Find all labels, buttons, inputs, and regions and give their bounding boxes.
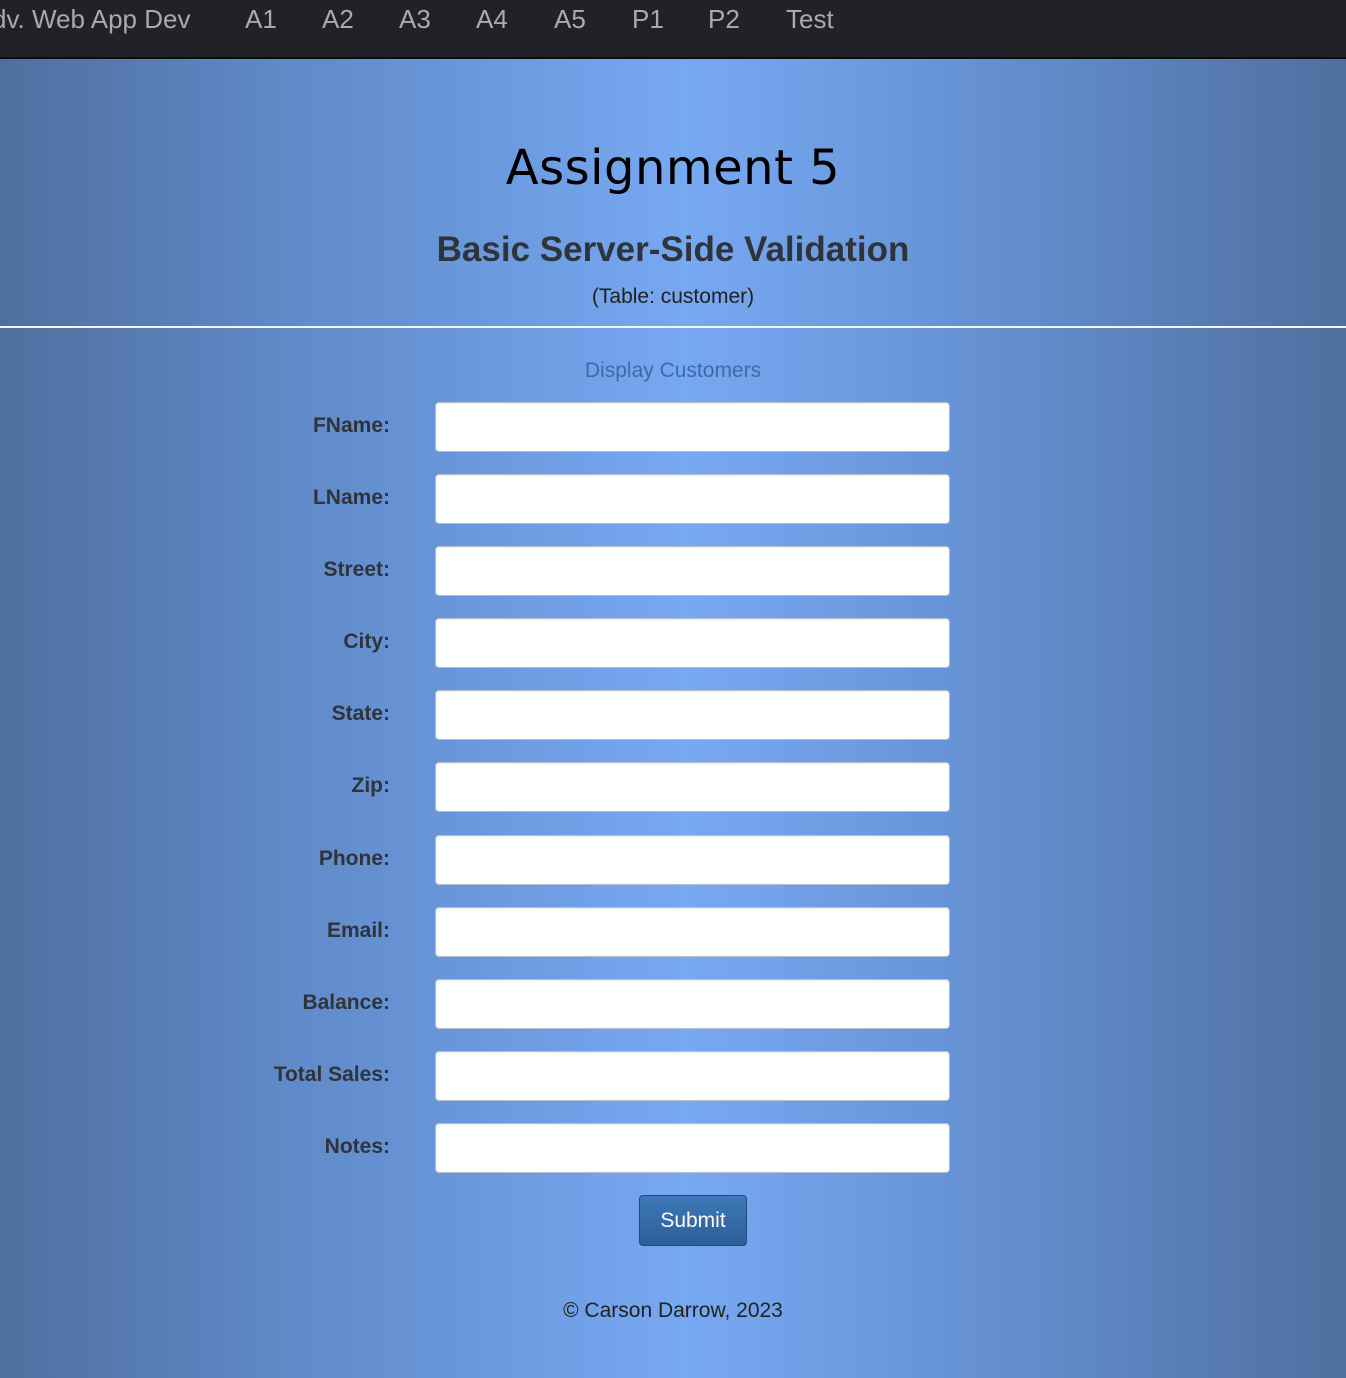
nav-link-a1[interactable]: A1: [245, 4, 277, 35]
nav-link-a2[interactable]: A2: [322, 4, 354, 35]
lname-input[interactable]: [435, 474, 950, 524]
divider: [0, 326, 1346, 328]
footer-copyright: © Carson Darrow, 2023: [563, 1299, 783, 1322]
fname-label: FName:: [312, 414, 390, 437]
form-row-zip: Zip:: [0, 762, 1346, 812]
form-row-state: State:: [0, 690, 1346, 740]
form-row-lname: LName:: [0, 474, 1346, 524]
phone-label: Phone:: [318, 847, 390, 870]
city-label: City:: [343, 630, 390, 653]
form-row-balance: Balance:: [0, 979, 1346, 1029]
form-row-notes: Notes:: [0, 1123, 1346, 1173]
display-customers-link[interactable]: Display Customers: [0, 359, 1346, 383]
form-row-email: Email:: [0, 907, 1346, 957]
notes-label: Notes:: [324, 1135, 390, 1158]
phone-input[interactable]: [435, 835, 950, 885]
fname-input[interactable]: [435, 402, 950, 452]
page-title: Assignment 5: [505, 140, 841, 196]
form-row-total-sales: Total Sales:: [0, 1051, 1346, 1101]
nav-brand[interactable]: dv. Web App Dev: [0, 4, 190, 35]
submit-button[interactable]: Submit: [639, 1195, 747, 1246]
email-label: Email:: [326, 919, 390, 942]
total-sales-label: Total Sales:: [273, 1063, 390, 1086]
nav-link-a5[interactable]: A5: [554, 4, 586, 35]
balance-label: Balance:: [302, 991, 390, 1014]
zip-input[interactable]: [435, 762, 950, 812]
street-label: Street:: [323, 558, 390, 581]
lname-label: LName:: [312, 486, 390, 509]
nav-link-a3[interactable]: A3: [399, 4, 431, 35]
form-row-fname: FName:: [0, 402, 1346, 452]
zip-label: Zip:: [351, 774, 390, 797]
top-navbar: dv. Web App Dev A1 A2 A3 A4 A5 P1 P2 Tes…: [0, 0, 1346, 59]
total-sales-input[interactable]: [435, 1051, 950, 1101]
form-row-city: City:: [0, 618, 1346, 668]
nav-link-test[interactable]: Test: [786, 4, 834, 35]
balance-input[interactable]: [435, 979, 950, 1029]
page-subtitle: Basic Server-Side Validation: [436, 230, 910, 269]
nav-link-p2[interactable]: P2: [708, 4, 740, 35]
state-input[interactable]: [435, 690, 950, 740]
form-row-phone: Phone:: [0, 835, 1346, 885]
nav-link-p1[interactable]: P1: [632, 4, 664, 35]
street-input[interactable]: [435, 546, 950, 596]
nav-link-a4[interactable]: A4: [476, 4, 508, 35]
table-note: (Table: customer): [591, 285, 755, 308]
notes-input[interactable]: [435, 1123, 950, 1173]
city-input[interactable]: [435, 618, 950, 668]
form-row-street: Street:: [0, 546, 1346, 596]
email-input[interactable]: [435, 907, 950, 957]
state-label: State:: [331, 702, 390, 725]
